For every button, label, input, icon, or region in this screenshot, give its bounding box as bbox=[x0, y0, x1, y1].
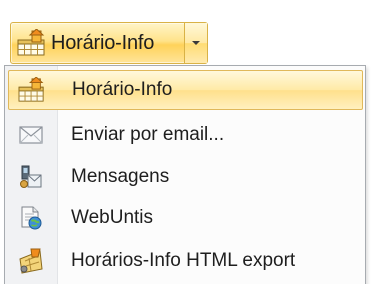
timetable-icon bbox=[9, 70, 55, 110]
chevron-down-icon bbox=[191, 40, 201, 46]
messages-icon bbox=[8, 157, 54, 197]
menu-item-horario-info[interactable]: Horário-Info bbox=[8, 70, 363, 110]
html-export-icon bbox=[8, 241, 54, 281]
menu-item-html-export[interactable]: Horários-Info HTML export bbox=[8, 241, 363, 281]
menu-item-label: WebUntis bbox=[71, 207, 154, 228]
dropdown-toggle[interactable] bbox=[184, 23, 207, 63]
menu-item-label: Horário-Info bbox=[72, 79, 173, 100]
menu-item-label: Horários-Info HTML export bbox=[71, 250, 296, 271]
menu-item-label: Enviar por email... bbox=[71, 124, 225, 145]
menu-item-webuntis[interactable]: WebUntis bbox=[8, 198, 363, 238]
horario-info-dropdown-menu: Horário-Info Enviar por email... Mensage… bbox=[4, 65, 366, 284]
office-ribbon-area: Horário-Info Horário-Info Enviar por ema… bbox=[0, 0, 389, 284]
horario-info-button-label: Horário-Info bbox=[51, 31, 155, 54]
envelope-icon bbox=[8, 115, 54, 155]
timetable-icon bbox=[17, 29, 47, 57]
menu-item-label: Mensagens bbox=[71, 166, 170, 187]
web-document-icon bbox=[8, 198, 54, 238]
horario-info-button[interactable]: Horário-Info bbox=[11, 23, 184, 63]
horario-info-split-button[interactable]: Horário-Info bbox=[10, 22, 208, 64]
menu-item-enviar-email[interactable]: Enviar por email... bbox=[8, 115, 363, 155]
menu-item-mensagens[interactable]: Mensagens bbox=[8, 157, 363, 197]
